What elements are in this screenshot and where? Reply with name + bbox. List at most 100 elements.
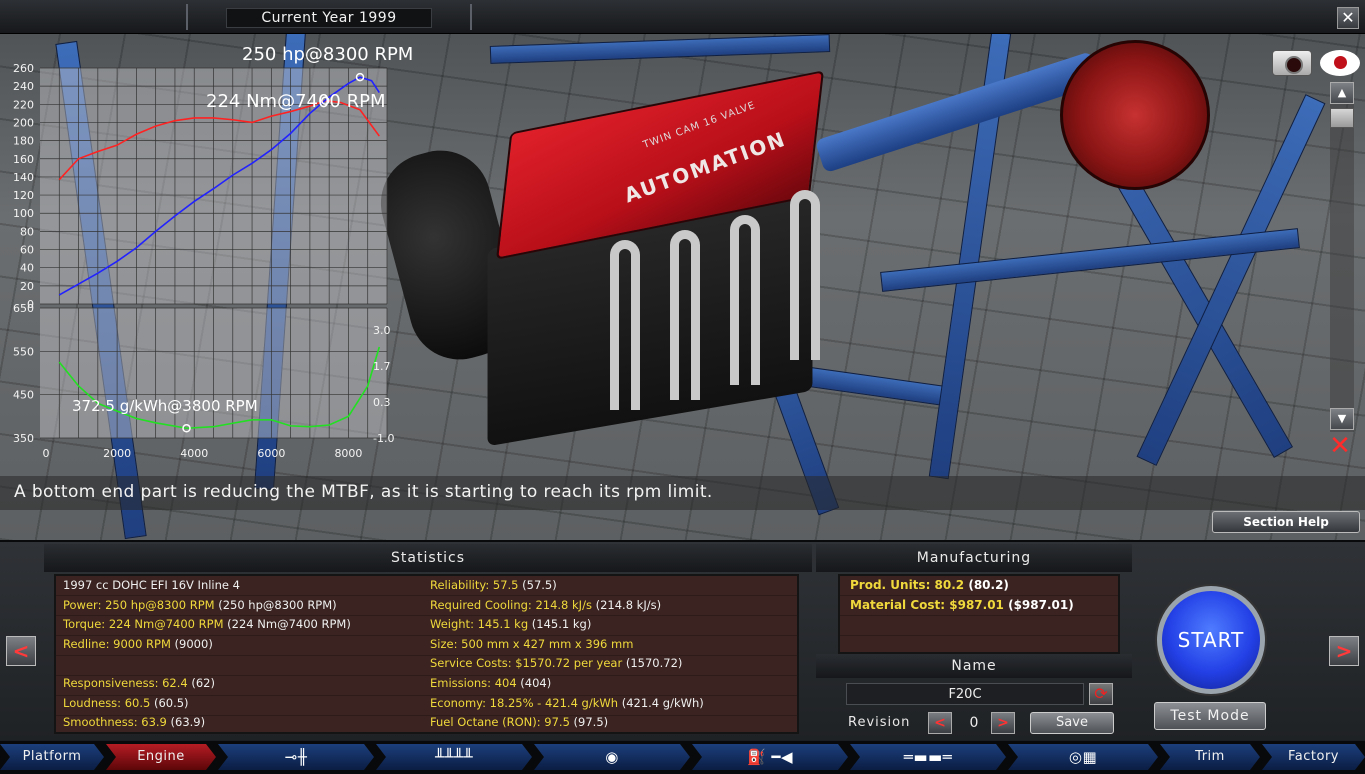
x-tick-label: 8000	[334, 447, 362, 460]
nav-factory[interactable]: Factory	[1262, 744, 1365, 770]
stat-service: Service Costs: $1570.72 per year (1570.7…	[430, 656, 682, 670]
revision-label: Revision	[848, 715, 911, 730]
cross-section-icon[interactable]: ✕	[1322, 432, 1358, 462]
stat-previous: (145.1 kg)	[528, 617, 592, 632]
power-peak-label: 250 hp@8300 RPM	[242, 44, 413, 65]
stat-torque: Torque: 224 Nm@7400 RPM (224 Nm@7400 RPM…	[63, 617, 351, 631]
nav-top-end[interactable]: ╨╨╨╨	[376, 744, 532, 770]
stat-value: Loudness: 60.5	[63, 695, 151, 710]
zoom-scroll-thumb[interactable]	[1330, 108, 1354, 128]
stat-previous: (421.4 g/kWh)	[618, 695, 704, 710]
help-message: A bottom end part is reducing the MTBF, …	[14, 482, 713, 502]
nav-tuning[interactable]: ◎▦	[1008, 744, 1158, 770]
stat-previous: (224 Nm@7400 RPM)	[223, 617, 351, 632]
fuel-pump-icon: ⛽ ━◀	[746, 748, 793, 766]
top-bar: Current Year 1999 ✕	[0, 0, 1365, 34]
engine-model[interactable]: TWIN CAM 16 VALVE AUTOMATION	[470, 70, 850, 447]
prod-units-value: Prod. Units: 80.2	[850, 578, 965, 592]
y-tick-label: 200	[13, 116, 34, 129]
stat-text: 1997 cc DOHC EFI 16V Inline 4	[63, 578, 240, 592]
engine-name-input[interactable]	[846, 683, 1084, 705]
nav-bottom-end[interactable]: ⊸╫	[218, 744, 374, 770]
nav-aspiration[interactable]: ◉	[534, 744, 690, 770]
stat-previous: (1570.72)	[622, 656, 683, 671]
stat-previous: (60.5)	[150, 695, 189, 710]
crankshaft-icon: ⊸╫	[284, 748, 308, 766]
revision-next-button[interactable]: >	[991, 712, 1015, 734]
stat-previous: (214.8 kJ/s)	[591, 597, 662, 612]
engine-graph-svg: 2602402202001801601401201008060402006505…	[13, 44, 413, 460]
material-cost-previous: ($987.01)	[1003, 598, 1074, 612]
bsfc-min-label: 372.5 g/kWh@3800 RPM	[72, 397, 258, 415]
stat-value: Power: 250 hp@8300 RPM	[63, 597, 215, 612]
engine-graphs: 260 240 220 200 180 160 140 120 100 80 60 40 20 0 650 5…	[0, 44, 413, 470]
next-section-button[interactable]: >	[1329, 636, 1359, 666]
nav-engine[interactable]: Engine	[106, 744, 216, 770]
prev-section-button[interactable]: <	[6, 636, 36, 666]
nav-exhaust[interactable]: ═▬▬═	[850, 744, 1006, 770]
y-right-tick-label: 3.0	[373, 324, 391, 337]
stat-value: Economy: 18.25% - 421.4 g/kWh	[430, 695, 619, 710]
y-tick-label: 180	[13, 135, 34, 148]
nav-trim[interactable]: Trim	[1160, 744, 1260, 770]
x-tick-label: 0	[43, 447, 50, 460]
stat-emissions: Emissions: 404 (404)	[430, 676, 551, 690]
y-tick-label: 220	[13, 98, 34, 111]
eye-icon[interactable]	[1320, 50, 1360, 76]
prod-units-previous: (80.2)	[964, 578, 1009, 592]
material-cost-value: Material Cost: $987.01	[850, 598, 1004, 612]
name-title: Name	[816, 654, 1132, 678]
nav-fuel[interactable]: ⛽ ━◀	[692, 744, 848, 770]
revision-prev-button[interactable]: <	[928, 712, 952, 734]
stat-desc: 1997 cc DOHC EFI 16V Inline 4	[63, 578, 240, 592]
current-year-label: Current Year 1999	[226, 8, 432, 28]
y-tick-label: 550	[13, 345, 34, 358]
section-help-button[interactable]: Section Help	[1212, 511, 1360, 533]
y-tick-label: 260	[13, 62, 34, 75]
stat-previous: (9000)	[170, 636, 213, 651]
driveshaft	[814, 51, 1102, 174]
y-tick-label: 650	[13, 302, 34, 315]
nav-platform[interactable]: Platform	[0, 744, 104, 770]
save-button[interactable]: Save	[1030, 712, 1114, 734]
y-tick-label: 120	[13, 189, 34, 202]
stat-cooling: Required Cooling: 214.8 kJ/s (214.8 kJ/s…	[430, 598, 661, 612]
y-right-tick-label: 1.7	[373, 360, 391, 373]
stat-size: Size: 500 mm x 427 mm x 396 mm	[430, 637, 633, 651]
separator	[186, 4, 188, 30]
stat-value: Emissions: 404	[430, 676, 517, 690]
stat-value: Size: 500 mm x 427 mm x 396 mm	[430, 636, 634, 651]
stat-value: Responsiveness: 62.4	[63, 676, 188, 690]
manufacturing-title: Manufacturing	[816, 544, 1132, 572]
stat-value: Fuel Octane (RON): 97.5	[430, 715, 570, 730]
test-mode-button[interactable]: Test Mode	[1154, 702, 1266, 730]
refresh-name-icon[interactable]: ⟳	[1089, 683, 1113, 705]
close-button[interactable]: ✕	[1337, 7, 1359, 29]
stat-value: Redline: 9000 RPM	[63, 636, 171, 651]
y-tick-label: 60	[20, 244, 34, 257]
turbo-icon: ◉	[605, 748, 619, 766]
stat-previous: (62)	[187, 676, 215, 690]
y-tick-label: 140	[13, 171, 34, 184]
stat-power: Power: 250 hp@8300 RPM (250 hp@8300 RPM)	[63, 598, 337, 612]
exhaust-header-pipe	[610, 240, 640, 410]
stat-redline: Redline: 9000 RPM (9000)	[63, 637, 213, 651]
stat-value: Service Costs: $1570.72 per year	[430, 656, 623, 671]
y-tick-label: 240	[13, 80, 34, 93]
valves-icon: ╨╨╨╨	[434, 748, 474, 766]
camera-icon[interactable]	[1272, 50, 1312, 76]
start-button[interactable]: START	[1157, 586, 1265, 694]
y-tick-label: 100	[13, 207, 34, 220]
scroll-down-button[interactable]: ▼	[1330, 408, 1354, 430]
stat-responsiveness: Responsiveness: 62.4 (62)	[63, 676, 215, 690]
y-right-tick-label: -1.0	[373, 432, 394, 445]
x-tick-label: 2000	[103, 447, 131, 460]
stat-economy: Economy: 18.25% - 421.4 g/kWh (421.4 g/k…	[430, 696, 704, 710]
statistics-title: Statistics	[44, 544, 812, 572]
torque-peak-label: 224 Nm@7400 RPM	[206, 91, 386, 112]
stat-weight: Weight: 145.1 kg (145.1 kg)	[430, 617, 591, 631]
scroll-up-button[interactable]: ▲	[1330, 82, 1354, 104]
exhaust-header-pipe	[730, 215, 760, 385]
zoom-scrollbar[interactable]	[1330, 82, 1354, 432]
exhaust-icon: ═▬▬═	[903, 748, 953, 766]
